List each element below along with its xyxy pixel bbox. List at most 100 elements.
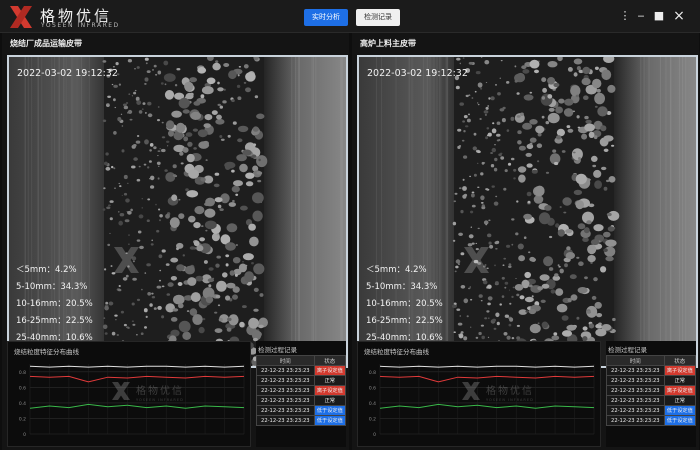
ore-particle [168, 130, 174, 137]
ore-particle [160, 82, 164, 85]
ore-particle [573, 189, 583, 196]
ore-particle [576, 256, 580, 259]
ore-particle [559, 268, 564, 274]
ore-particle [109, 217, 113, 221]
close-icon[interactable]: × [672, 9, 686, 23]
ore-particle [490, 96, 495, 101]
ore-particle [205, 197, 216, 207]
ore-particle [225, 295, 231, 301]
ore-particle [102, 60, 107, 63]
ore-particle [549, 235, 553, 239]
ore-particle [158, 208, 161, 211]
ore-particle [161, 249, 166, 253]
ore-particle [204, 220, 217, 230]
ore-particle [158, 165, 160, 167]
ore-particle [600, 266, 607, 273]
ore-particle [151, 296, 156, 299]
ore-particle [584, 115, 589, 120]
ore-particle [115, 319, 117, 321]
ore-particle [144, 83, 147, 85]
ore-particle [552, 88, 556, 91]
ore-particle [109, 232, 111, 234]
ore-particle [254, 95, 259, 99]
log-row[interactable]: 22-12-23 23:23:23 正常 [606, 395, 697, 406]
ore-particle [216, 280, 227, 292]
ore-particle [496, 321, 500, 326]
y-tick-label: 0.6 [19, 385, 26, 391]
ore-particle [473, 132, 477, 136]
ore-particle [561, 150, 566, 153]
minimize-icon[interactable]: ‒ [634, 9, 648, 23]
ore-particle [257, 179, 262, 183]
log-time: 22-12-23 23:23:23 [256, 405, 315, 416]
log-status-badge: 正常 [313, 375, 347, 386]
log-row[interactable]: 22-12-23 23:23:23 低于设定值 [256, 415, 347, 426]
ore-particle [488, 219, 491, 222]
camera-feed[interactable]: 2022-03-02 19:12:32 ＜5mm：4.2% 5-10mm：34.3… [357, 55, 698, 368]
log-row[interactable]: 22-12-23 23:23:23 离子设定值 [606, 385, 697, 396]
watermark-logo-icon: 格物优信YOSEEN INFRARED [462, 382, 534, 402]
ore-particle [499, 108, 505, 112]
ore-particle [141, 288, 143, 291]
log-row[interactable]: 22-12-23 23:23:23 正常 [256, 395, 347, 406]
log-status-badge: 正常 [313, 395, 347, 406]
ore-particle [170, 257, 179, 263]
maximize-icon[interactable]: ■ [652, 9, 666, 23]
ore-particle [136, 298, 141, 302]
log-row[interactable]: 22-12-23 23:23:23 低于设定值 [606, 405, 697, 416]
ore-particle [235, 193, 239, 196]
ore-particle [216, 114, 222, 120]
ore-particle [142, 102, 146, 105]
ore-particle [469, 286, 472, 288]
watermark-subtext: YOSEEN INFRARED [486, 398, 534, 402]
log-row[interactable]: 22-12-23 23:23:23 正常 [606, 375, 697, 386]
ore-particle [459, 62, 461, 65]
ore-particle [115, 62, 119, 66]
ore-particle [182, 331, 192, 340]
ore-particle [149, 143, 154, 147]
ore-particle [159, 269, 162, 272]
camera-feed[interactable]: 2022-03-02 19:12:32 ＜5mm：4.2% 5-10mm：34.3… [7, 55, 348, 368]
log-status-badge: 正常 [663, 375, 697, 386]
ore-particle [131, 320, 134, 323]
more-options-icon[interactable]: ⋮ [618, 9, 632, 23]
ore-particle [470, 210, 474, 214]
ore-particle [542, 87, 547, 93]
ore-particle [114, 314, 118, 317]
series-line [29, 403, 245, 409]
ore-particle [186, 190, 199, 198]
ore-particle [583, 95, 589, 100]
ore-particle [231, 185, 240, 193]
ore-particle [506, 129, 510, 132]
tab-realtime-analysis[interactable]: 实时分析 [304, 9, 348, 26]
ore-particle [120, 310, 124, 314]
ore-particle [458, 334, 460, 336]
log-row[interactable]: 22-12-23 23:23:23 正常 [256, 375, 347, 386]
ore-particle [496, 133, 501, 137]
tab-detection-records[interactable]: 检测记录 [356, 9, 400, 26]
log-row[interactable]: 22-12-23 23:23:23 离子设定值 [606, 365, 697, 376]
ore-particle [211, 110, 218, 115]
ore-particle [243, 64, 249, 69]
log-row[interactable]: 22-12-23 23:23:23 低于设定值 [606, 415, 697, 426]
log-time: 22-12-23 23:23:23 [606, 415, 665, 426]
ore-particle [516, 293, 520, 297]
ore-particle [471, 193, 475, 198]
distribution-chart: 0.8 0.6 0.4 0.2 0 格物优信 YOSEEN INFRARED 烧结粒度特征分… [7, 341, 251, 447]
log-row[interactable]: 22-12-23 23:23:23 离子设定值 [256, 365, 347, 376]
log-status-badge: 低于设定值 [663, 415, 697, 426]
ore-particle [471, 191, 475, 194]
ore-particle [594, 92, 605, 105]
ore-particle [127, 210, 132, 215]
log-row[interactable]: 22-12-23 23:23:23 离子设定值 [256, 385, 347, 396]
ore-particle [503, 187, 507, 191]
ore-particle [488, 241, 492, 245]
ore-particle [164, 83, 167, 86]
ore-particle [105, 166, 111, 171]
y-tick-label: 0 [373, 432, 376, 438]
log-header-time: 时间 [256, 355, 315, 366]
log-row[interactable]: 22-12-23 23:23:23 低于设定值 [256, 405, 347, 416]
ore-particle [200, 94, 205, 99]
log-time: 22-12-23 23:23:23 [606, 395, 665, 406]
ore-particle [514, 65, 517, 68]
